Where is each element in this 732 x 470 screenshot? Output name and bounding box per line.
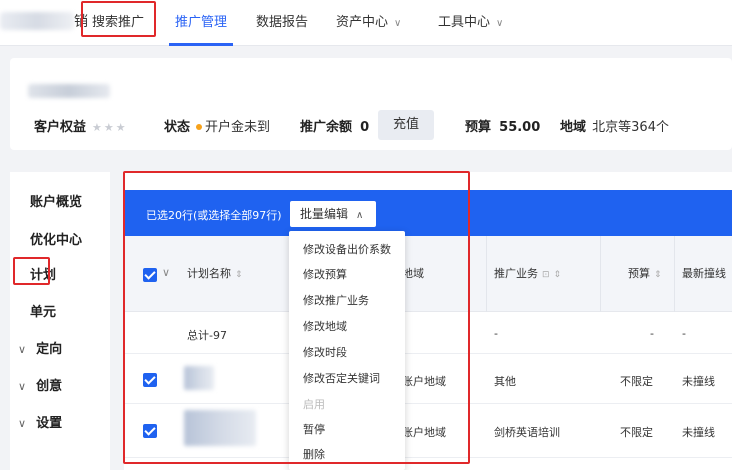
rating-stars: ★★★ (92, 121, 128, 134)
annotation-highlight-table (123, 171, 470, 464)
region: 地域 北京等364个 (560, 120, 669, 135)
active-tab-indicator (169, 43, 233, 46)
column-divider (674, 236, 675, 312)
chevron-down-icon: ∨ (18, 380, 27, 393)
account-info-card (10, 58, 732, 150)
sidebar-item-optimization[interactable]: 优化中心 (30, 229, 82, 248)
filter-icon: ⊡ (542, 270, 550, 280)
total-business: - (494, 327, 498, 340)
recharge-button[interactable]: 充值 (378, 110, 434, 140)
nav-tool-center[interactable]: 工具中心 ∨ (438, 11, 503, 30)
customer-rights: 客户权益 ★★★ (34, 120, 128, 135)
chevron-down-icon: ∨ (18, 417, 27, 430)
total-latest: - (682, 327, 686, 340)
nav-asset-center[interactable]: 资产中心 ∨ (336, 11, 401, 30)
column-header-budget[interactable]: 预算 ⇕ (628, 265, 662, 281)
sidebar-item-unit[interactable]: 单元 (30, 301, 56, 320)
sidebar-item-overview[interactable]: 账户概览 (30, 191, 82, 210)
column-header-business[interactable]: 推广业务 ⊡ ⇕ (494, 265, 561, 281)
logo-blurred (0, 12, 74, 30)
row-latest: 未撞线 (682, 375, 715, 388)
account-name-blurred (28, 84, 110, 98)
sidebar-item-targeting[interactable]: ∨ 定向 (18, 338, 62, 357)
nav-data-report[interactable]: 数据报告 (256, 11, 308, 30)
sort-icon: ⇕ (654, 270, 662, 280)
account-status: 状态 开户金未到 (164, 120, 271, 135)
total-budget: - (650, 327, 654, 340)
annotation-highlight-search-promotion (81, 1, 156, 37)
row-business: 剑桥英语培训 (494, 426, 560, 439)
status-dot (196, 124, 203, 130)
nav-promotion-management[interactable]: 推广管理 (175, 11, 227, 30)
row-business: 其他 (494, 375, 516, 388)
chevron-down-icon: ∨ (18, 343, 27, 356)
annotation-highlight-plan (13, 257, 50, 285)
budget: 预算 55.00 (465, 120, 541, 135)
column-divider (600, 236, 601, 312)
row-budget[interactable]: 不限定 (620, 424, 653, 440)
column-divider (486, 236, 487, 312)
sort-icon: ⇕ (553, 270, 562, 280)
sidebar-item-creative[interactable]: ∨ 创意 (18, 375, 62, 394)
chevron-down-icon: ∨ (394, 18, 402, 29)
column-header-latest: 最新撞线 (682, 267, 726, 280)
chevron-down-icon: ∨ (496, 18, 504, 29)
row-latest: 未撞线 (682, 426, 715, 439)
promotion-balance: 推广余额 0 (300, 120, 370, 135)
sidebar-item-settings[interactable]: ∨ 设置 (18, 412, 62, 431)
row-budget[interactable]: 不限定 (620, 373, 653, 389)
